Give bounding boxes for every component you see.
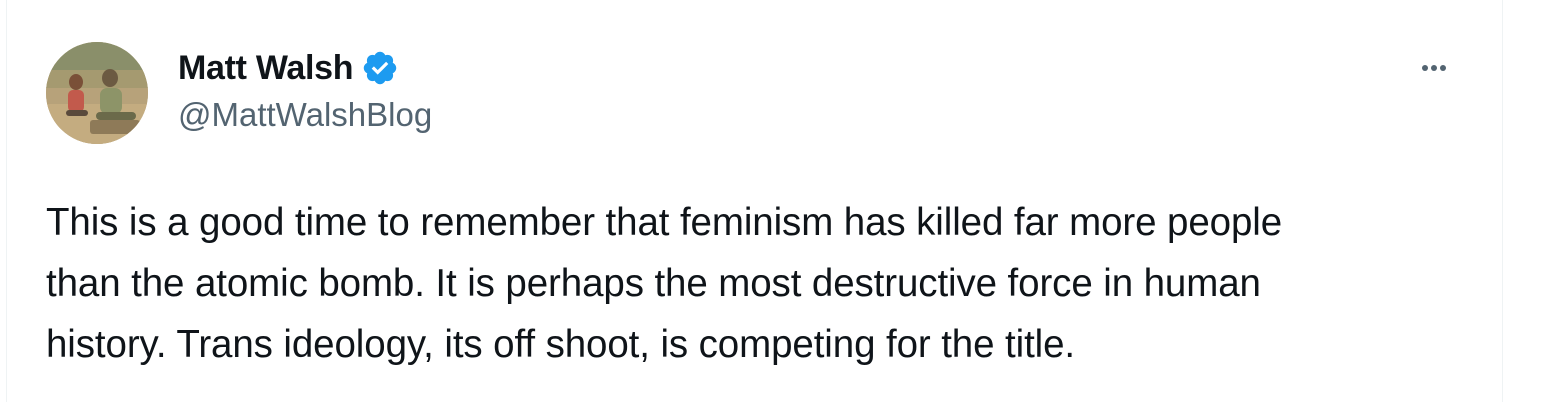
more-options-icon[interactable] bbox=[1414, 50, 1454, 86]
avatar[interactable] bbox=[46, 42, 148, 144]
verified-badge-icon[interactable] bbox=[361, 49, 399, 87]
tweet-card: Matt Walsh @MattWalshBlog This is a good… bbox=[0, 0, 1544, 402]
tweet-text-line: than the atomic bomb. It is perhaps the … bbox=[46, 262, 1261, 305]
tweet-text-line: history. Trans ideology, its off shoot, … bbox=[46, 323, 1076, 366]
tweet-text: This is a good time to remember that fem… bbox=[46, 192, 1486, 375]
left-divider bbox=[6, 0, 7, 402]
tweet-text-line: This is a good time to remember that fem… bbox=[46, 201, 1283, 244]
author-row: Matt Walsh bbox=[178, 46, 399, 90]
right-divider bbox=[1502, 0, 1503, 402]
author-handle[interactable]: @MattWalshBlog bbox=[178, 96, 432, 134]
display-name[interactable]: Matt Walsh bbox=[178, 49, 353, 88]
